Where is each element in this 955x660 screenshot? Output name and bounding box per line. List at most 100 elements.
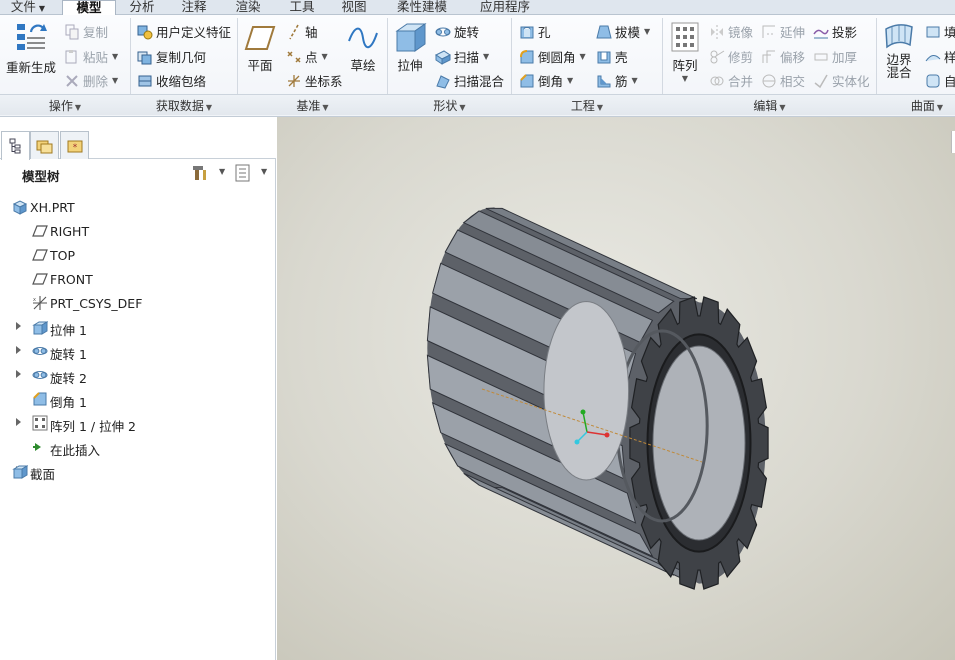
draft-icon xyxy=(596,25,612,38)
point-button[interactable]: 点 ▼ xyxy=(286,47,328,66)
revolve-label: 旋转 xyxy=(454,25,480,40)
hole-button[interactable]: 孔 xyxy=(519,22,551,41)
tab-applications[interactable]: 应用程序 xyxy=(470,0,540,15)
trim-button[interactable]: 修剪 xyxy=(709,47,753,66)
chamfer-button[interactable]: 倒角 ▼ xyxy=(519,71,573,90)
file-menu-label: 文件 xyxy=(10,0,36,14)
tree-item-9[interactable]: 阵列 1 / 拉伸 2 xyxy=(0,413,276,434)
round-label: 倒圆角 xyxy=(538,50,576,65)
expand-arrow-icon[interactable] xyxy=(16,418,21,426)
group-operations[interactable]: 操作 ▼ xyxy=(0,97,130,114)
extrude-button[interactable]: 拉伸 xyxy=(392,21,428,74)
expand-arrow-icon[interactable] xyxy=(16,346,21,354)
tree-item-10[interactable]: 在此插入 xyxy=(0,437,276,458)
pattern-label: 阵列 xyxy=(672,58,698,73)
tree-settings-button[interactable]: ▼ xyxy=(192,164,230,184)
tab-annotate[interactable]: 注释 xyxy=(174,0,214,15)
swept-blend-button[interactable]: 扫描混合 xyxy=(435,71,504,90)
tab-model[interactable]: 模型 xyxy=(62,0,116,16)
group-editing[interactable]: 编辑 ▼ xyxy=(663,97,876,114)
regenerate-label: 重新生成 xyxy=(5,60,56,75)
tree-item-1[interactable]: RIGHT xyxy=(0,221,276,241)
freestyle-button[interactable]: 自 xyxy=(925,71,955,90)
expand-arrow-icon[interactable] xyxy=(16,370,21,378)
section-icon xyxy=(12,465,28,479)
csys-z-marker xyxy=(574,439,580,445)
chevron-down-icon: ▼ xyxy=(779,103,786,112)
revolve-button[interactable]: 旋转 xyxy=(435,22,479,41)
thicken-button[interactable]: 加厚 xyxy=(813,47,857,66)
sweep-button[interactable]: 扫描 ▼ xyxy=(435,47,489,66)
delete-button[interactable]: 删除 ▼ xyxy=(64,71,118,90)
tree-item-6[interactable]: 旋转 1 xyxy=(0,341,276,362)
group-get-data[interactable]: 获取数据 ▼ xyxy=(131,97,237,114)
fill-button[interactable]: 填 xyxy=(925,22,955,41)
pattern-button[interactable]: 阵列 ▼ xyxy=(667,21,703,83)
tree-item-4[interactable]: x PRT_CSYS_DEF xyxy=(0,293,276,313)
tab-analysis[interactable]: 分析 xyxy=(122,0,162,15)
merge-label: 合并 xyxy=(728,74,754,89)
group-datum[interactable]: 基准 ▼ xyxy=(238,97,387,114)
tab-flexible-modeling[interactable]: 柔性建模 xyxy=(388,0,456,15)
user-defined-feature-button[interactable]: 用户定义特征 xyxy=(137,22,231,41)
tree-item-7[interactable]: 旋转 2 xyxy=(0,365,276,386)
udf-icon xyxy=(137,25,153,39)
project-icon xyxy=(813,29,829,38)
regenerate-button[interactable]: 重新生成 xyxy=(4,21,58,76)
tree-item-8[interactable]: 倒角 1 xyxy=(0,389,276,410)
offset-button[interactable]: 偏移 xyxy=(761,47,805,66)
tree-item-3[interactable]: FRONT xyxy=(0,269,276,289)
regenerate-icon xyxy=(17,24,47,50)
tab-model-tree[interactable] xyxy=(1,131,30,160)
datum-plane-button[interactable]: 平面 xyxy=(243,23,277,74)
copy-button[interactable]: 复制 xyxy=(64,22,108,41)
axis-button[interactable]: 轴 xyxy=(286,22,318,41)
chevron-down-icon: ▼ xyxy=(567,76,574,85)
solidify-label: 实体化 xyxy=(832,74,870,89)
shell-button[interactable]: 壳 xyxy=(596,47,628,66)
chevron-down-icon: ▼ xyxy=(205,103,213,112)
paste-button[interactable]: 粘贴 ▼ xyxy=(64,47,118,66)
merge-button[interactable]: 合并 xyxy=(709,71,753,90)
tab-folder-browser[interactable] xyxy=(30,131,59,159)
tab-analysis-label: 分析 xyxy=(129,0,155,14)
group-engineering[interactable]: 工程 ▼ xyxy=(512,97,662,114)
boundary-blend-button[interactable]: 边界 混合 xyxy=(881,21,917,79)
group-shapes[interactable]: 形状 ▼ xyxy=(388,97,511,114)
expand-arrow-icon[interactable] xyxy=(16,322,21,330)
gear-cylinder-model[interactable] xyxy=(277,117,955,660)
tab-render[interactable]: 渲染 xyxy=(228,0,268,15)
tree-item-11[interactable]: 截面 xyxy=(0,461,276,482)
project-button[interactable]: 投影 xyxy=(813,22,857,41)
intersect-button[interactable]: 相交 xyxy=(761,71,805,90)
draft-button[interactable]: 拔模 ▼ xyxy=(596,22,650,41)
offset-label: 偏移 xyxy=(780,50,806,65)
tree-item-5[interactable]: 拉伸 1 xyxy=(0,317,276,338)
tab-view[interactable]: 视图 xyxy=(334,0,374,15)
shrinkwrap-button[interactable]: 收缩包络 xyxy=(137,71,206,90)
tree-show-button[interactable]: ▼ xyxy=(234,164,272,184)
datum-point-icon xyxy=(287,50,301,63)
group-surfaces[interactable]: 曲面 ▼ xyxy=(877,97,955,114)
tab-tools[interactable]: 工具 xyxy=(282,0,322,15)
tree-item-2[interactable]: TOP xyxy=(0,245,276,265)
file-menu[interactable]: 文件 ▼ xyxy=(4,0,52,15)
style-button[interactable]: 样 xyxy=(925,47,955,66)
intersect-label: 相交 xyxy=(780,74,806,89)
solidify-button[interactable]: 实体化 xyxy=(813,71,870,90)
mirror-button[interactable]: 镜像 xyxy=(709,22,753,41)
copy-geometry-button[interactable]: 复制几何 xyxy=(137,47,206,66)
coordinate-system-button[interactable]: 坐标系 xyxy=(286,71,343,90)
sketch-button[interactable]: 草绘 xyxy=(345,23,381,74)
tab-favorites[interactable]: * xyxy=(60,131,89,159)
copy-geometry-label: 复制几何 xyxy=(156,50,207,65)
pattern-icon xyxy=(32,415,48,431)
draft-label: 拔模 xyxy=(615,25,641,40)
rib-button[interactable]: 筋 ▼ xyxy=(596,71,638,90)
graphics-window[interactable] xyxy=(277,117,955,660)
extend-button[interactable]: 延伸 xyxy=(761,22,805,41)
round-button[interactable]: 倒圆角 ▼ xyxy=(519,47,586,66)
viewport-scroll-handle[interactable] xyxy=(951,131,955,153)
chamfer-label: 倒角 xyxy=(538,74,564,89)
tree-item-0[interactable]: XH.PRT xyxy=(0,197,276,217)
